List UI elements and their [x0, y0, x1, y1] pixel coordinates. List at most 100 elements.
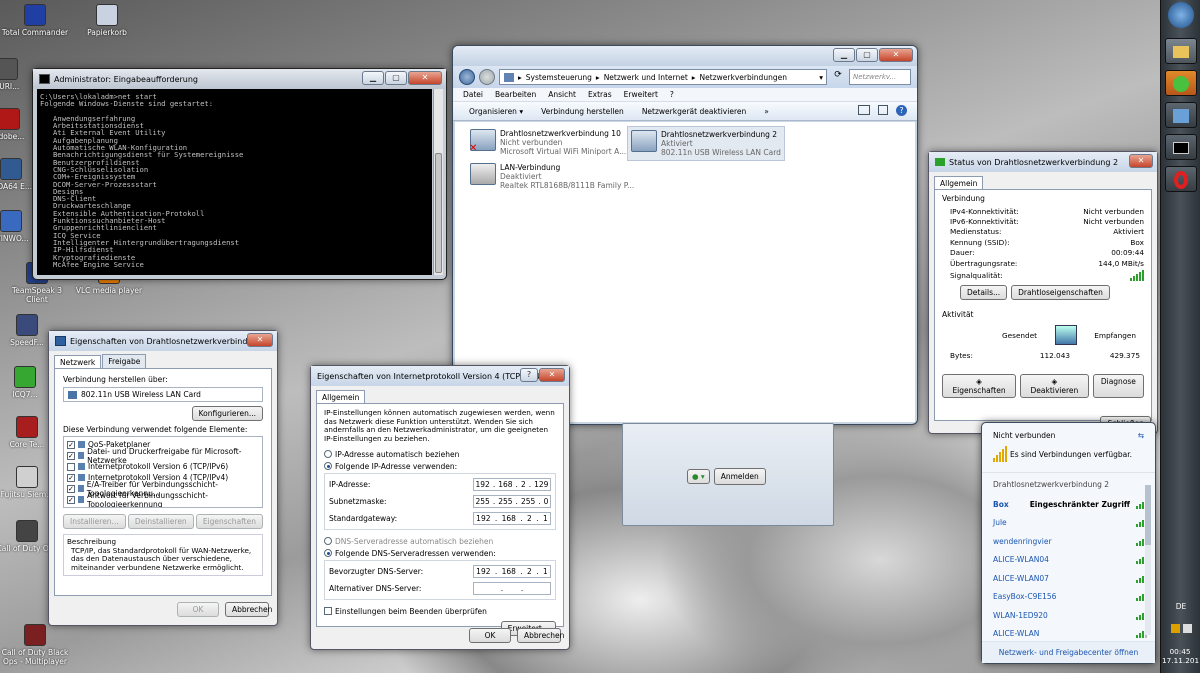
network-item[interactable]: ALICE-WLAN04 [982, 551, 1155, 570]
forward-button[interactable] [479, 69, 495, 85]
menu-help[interactable]: ? [670, 90, 674, 99]
tab-netzwerk[interactable]: Netzwerk [54, 355, 102, 369]
network-item[interactable]: WLAN-1ED920 [982, 606, 1155, 625]
desktop-icon-cod-mp[interactable]: Call of Duty Black Ops - Multiplayer [0, 624, 70, 666]
tab-allgemein[interactable]: Allgemein [934, 176, 984, 190]
gateway-field[interactable]: 192. 168. 2. 1 [473, 512, 551, 525]
maximize-button[interactable]: ▢ [385, 71, 407, 85]
connection-item-wlan10[interactable]: ✕ Drahtlosnetzwerkverbindung 10 Nicht ve… [467, 126, 629, 159]
cancel-button[interactable]: Abbrechen [225, 602, 272, 617]
component-checkbox[interactable]: ✓ [67, 495, 75, 504]
details-button[interactable]: Details... [960, 285, 1008, 301]
breadcrumb-systemsteuerung[interactable]: Systemsteuerung [526, 73, 592, 82]
menu-erweitert[interactable]: Erweitert [624, 90, 658, 99]
explorer-titlebar[interactable]: ▁ ▢ ✕ [453, 46, 917, 66]
props-titlebar[interactable]: Eigenschaften von Drahtlosnetzwerkverbin… [49, 331, 277, 351]
cancel-button[interactable]: Abbrechen [517, 628, 564, 643]
validate-checkbox[interactable]: Einstellungen beim Beenden überprüfen [324, 605, 556, 617]
install-button[interactable]: Installieren... [63, 514, 126, 529]
taskbar-cmd-button[interactable] [1164, 134, 1197, 160]
scroll-thumb[interactable] [435, 153, 442, 273]
clock[interactable]: 00:45 17.11.2011 [1162, 647, 1200, 665]
subnet-mask-field[interactable]: 255. 255. 255. 0 [473, 495, 551, 508]
configure-button[interactable]: Konfigurieren... [191, 406, 263, 421]
organize-button[interactable]: Organisieren ▾ [469, 107, 523, 116]
language-indicator[interactable]: DE [1161, 602, 1200, 611]
connection-item-wlan2[interactable]: Drahtlosnetzwerkverbindung 2 Aktiviert 8… [627, 126, 785, 161]
minimize-button[interactable]: ▁ [362, 71, 384, 85]
flyout-scrollbar[interactable] [1145, 485, 1151, 635]
preview-pane-icon[interactable] [878, 105, 888, 115]
cmd-titlebar[interactable]: Administrator: Eingabeaufforderung ▁ ▢ ✕ [33, 69, 446, 89]
wireless-properties-button[interactable]: Drahtloseigenschaften [1011, 285, 1110, 301]
status-titlebar[interactable]: Status von Drahtlosnetzwerkverbindung 2 … [929, 152, 1157, 172]
start-button[interactable] [1167, 2, 1194, 28]
login-button[interactable]: ● ▾ Anmelden [687, 468, 766, 485]
diagnose-button[interactable]: Diagnose [1092, 374, 1144, 399]
disable-device-button[interactable]: Netzwerkgerät deaktivieren [642, 107, 746, 116]
menu-ansicht[interactable]: Ansicht [548, 90, 576, 99]
desktop-icon-total-commander[interactable]: Total Commander [0, 4, 70, 37]
network-item-box[interactable]: Box Eingeschränkter Zugriff [982, 495, 1155, 514]
refresh-icon[interactable]: ⇆ [1138, 431, 1144, 440]
properties-button[interactable]: Eigenschaften [195, 514, 263, 529]
component-checkbox[interactable] [67, 462, 75, 471]
minimize-button[interactable]: ▁ [833, 48, 855, 62]
help-button[interactable]: ? [520, 368, 538, 382]
network-item[interactable]: Jule [982, 514, 1155, 533]
ok-button[interactable]: OK [469, 628, 511, 643]
view-icon[interactable] [858, 105, 870, 115]
maximize-button[interactable]: ▢ [856, 48, 878, 62]
network-item[interactable]: ALICE-WLAN07 [982, 569, 1155, 588]
refresh-button[interactable]: ⟳ [831, 70, 845, 84]
connect-button[interactable]: Verbindung herstellen [541, 107, 624, 116]
desktop-icon-recycle-bin[interactable]: Papierkorb [72, 4, 142, 37]
component-checkbox[interactable]: ✓ [67, 451, 75, 460]
component-item[interactable]: ✓ Antwort für Verbindungsschicht-Topologi… [67, 491, 259, 507]
tray-network-icon[interactable] [1170, 624, 1180, 633]
tray-volume-icon[interactable] [1182, 624, 1192, 633]
close-button[interactable]: ✕ [539, 368, 565, 382]
breadcrumb-netzwerk[interactable]: Netzwerk und Internet [604, 73, 688, 82]
account-dropdown[interactable]: ● ▾ [687, 469, 710, 484]
taskbar-opera-button[interactable] [1164, 166, 1197, 192]
uninstall-button[interactable]: Deinstallieren [127, 514, 194, 529]
tab-freigabe[interactable]: Freigabe [102, 354, 147, 368]
manual-ip-radio[interactable]: Folgende IP-Adresse verwenden: [324, 460, 556, 472]
more-button[interactable]: » [764, 107, 769, 116]
auto-ip-radio[interactable]: IP-Adresse automatisch beziehen [324, 448, 556, 460]
back-button[interactable] [459, 69, 475, 85]
component-item[interactable]: ✓ Datei- und Druckerfreigabe für Microsof… [67, 447, 259, 465]
taskbar-network-button[interactable] [1164, 102, 1197, 128]
close-button[interactable]: ✕ [408, 71, 442, 85]
address-dropdown-icon[interactable]: ▾ [819, 73, 826, 82]
network-item[interactable]: EasyBox-C9E156 [982, 588, 1155, 607]
close-button[interactable]: ✕ [1129, 154, 1153, 168]
taskbar-explorer-button[interactable] [1164, 38, 1197, 64]
close-button[interactable]: ✕ [879, 48, 913, 62]
preferred-dns-field[interactable]: 192. 168. 2. 1 [473, 565, 551, 578]
menu-extras[interactable]: Extras [588, 90, 612, 99]
auto-dns-radio[interactable]: DNS-Serveradresse automatisch beziehen [324, 535, 556, 547]
help-icon[interactable]: ? [896, 105, 907, 116]
properties-button[interactable]: ◈ Eigenschaften [942, 374, 1017, 399]
tab-allgemein[interactable]: Allgemein [316, 390, 366, 404]
search-input[interactable]: Netzwerkv... [849, 69, 911, 85]
component-checkbox[interactable]: ✓ [67, 440, 75, 449]
close-button[interactable]: ✕ [247, 333, 273, 347]
network-center-link[interactable]: Netzwerk- und Freigabecenter öffnen [999, 648, 1139, 657]
menu-datei[interactable]: Datei [463, 90, 483, 99]
cmd-output[interactable]: C:\Users\lokaladm>net start Folgende Wind… [37, 89, 432, 275]
breadcrumb-netzwerkverbindungen[interactable]: Netzwerkverbindungen [700, 73, 787, 82]
disable-button[interactable]: ◈ Deaktivieren [1020, 374, 1089, 399]
menu-bearbeiten[interactable]: Bearbeiten [495, 90, 536, 99]
address-bar[interactable]: ▸ Systemsteuerung ▸ Netzwerk und Interne… [499, 69, 827, 85]
taskbar-icq-button[interactable] [1164, 70, 1197, 96]
alternate-dns-field[interactable]: .. [473, 582, 551, 595]
component-checkbox[interactable]: ✓ [67, 484, 75, 493]
component-checkbox[interactable]: ✓ [67, 473, 75, 482]
ipv4-titlebar[interactable]: Eigenschaften von Internetprotokoll Vers… [311, 366, 569, 386]
cmd-scrollbar[interactable] [433, 89, 443, 275]
connection-item-lan[interactable]: LAN-Verbindung Deaktiviert Realtek RTL81… [467, 160, 637, 193]
ok-button[interactable]: OK [177, 602, 219, 617]
